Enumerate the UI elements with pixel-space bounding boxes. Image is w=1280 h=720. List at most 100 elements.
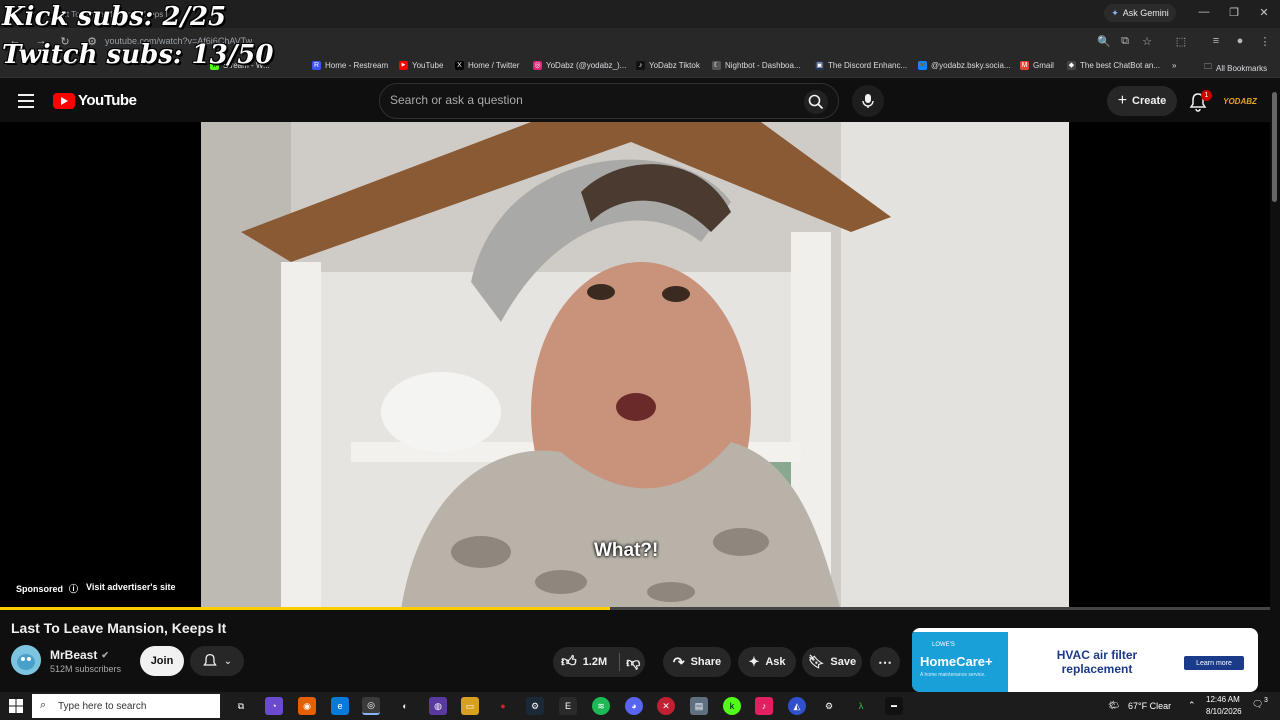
bookmark-item[interactable]: ☾ Nightbot - Dashboa... — [712, 61, 801, 70]
discord-icon: ▣ — [815, 61, 824, 70]
bookmark-item[interactable]: ◎ YoDabz (@yodabz_)... — [533, 61, 626, 70]
bookmark-label: The best ChatBot an... — [1080, 61, 1161, 70]
bookmark-label: The Discord Enhanc... — [828, 61, 908, 70]
bookmark-item[interactable]: ◆ The best ChatBot an... — [1067, 61, 1160, 70]
taskbar-search-box[interactable]: ⌕ Type here to search — [32, 694, 220, 718]
clock-date[interactable]: 8/10/2026 — [1206, 707, 1242, 716]
task-view-icon[interactable]: ⧉ — [232, 697, 250, 715]
zoom-icon[interactable]: 🔍 — [1097, 35, 1111, 48]
app-circle-icon[interactable]: ✕ — [657, 697, 675, 715]
extensions-icon[interactable]: ⬚ — [1174, 35, 1188, 48]
tray-chevron-up-icon[interactable]: ⌃ — [1188, 700, 1196, 711]
bookmark-label: Home - Restream — [325, 61, 389, 70]
firefox-icon[interactable]: ◉ — [298, 697, 316, 715]
all-bookmarks[interactable]: 🗀 All Bookmarks — [1204, 61, 1267, 75]
tray-notification-count: 3 — [1264, 697, 1268, 704]
steam-icon[interactable]: ⚙ — [526, 697, 544, 715]
ask-button[interactable]: ✦ Ask — [738, 647, 796, 677]
hamburger-menu-icon[interactable] — [18, 94, 34, 108]
bookmark-item[interactable]: R Home - Restream — [312, 61, 388, 70]
app-lambda-icon[interactable]: λ — [852, 697, 870, 715]
video-progress-bar[interactable] — [0, 607, 1270, 610]
bookmarks-overflow-icon[interactable]: » — [1172, 61, 1176, 70]
app-red-icon[interactable]: ● — [494, 697, 512, 715]
like-button[interactable]: 👍︎ 1.2M — [561, 653, 607, 671]
menu-dots-icon[interactable]: ⋮ — [1258, 35, 1272, 48]
close-icon[interactable]: ✕ — [1256, 6, 1272, 19]
bookmark-item[interactable]: ♪ YoDabz Tiktok — [636, 61, 700, 70]
lowes-logo: LOWE'S — [932, 642, 955, 648]
bookmark-item[interactable]: ▣ The Discord Enhanc... — [815, 61, 907, 70]
share-button[interactable]: ↷ Share — [663, 647, 731, 677]
bookmark-item[interactable]: ▶ YouTube — [399, 61, 443, 70]
streaming-app-icon[interactable]: ◍ — [429, 697, 447, 715]
bookmark-label: YouTube — [412, 61, 444, 70]
cast-icon[interactable]: ⧉ — [1118, 35, 1132, 48]
bookmark-item[interactable]: M Gmail — [1020, 61, 1054, 70]
search-input[interactable] — [390, 93, 790, 107]
ask-label: Ask — [765, 656, 786, 668]
channel-name[interactable]: MrBeast ✔ — [50, 648, 109, 662]
like-count: 1.2M — [582, 656, 608, 668]
copilot-icon[interactable]: ◔ — [265, 697, 283, 715]
app-blue-icon[interactable]: ◭ — [788, 697, 806, 715]
bluesky-icon: 🦋 — [918, 61, 927, 70]
more-actions-button[interactable]: ⋯ — [870, 647, 900, 677]
create-button[interactable]: + Create — [1107, 86, 1177, 116]
epic-games-icon[interactable]: E — [559, 697, 577, 715]
subscriber-count: 512M subscribers — [50, 664, 122, 674]
voice-search-button[interactable] — [852, 85, 884, 117]
ad-learn-more-button[interactable]: Learn more — [1184, 656, 1244, 670]
star-icon[interactable]: ☆ — [1140, 35, 1154, 48]
chrome-icon[interactable]: ◎ — [362, 697, 380, 715]
notification-count-badge: 1 — [1201, 90, 1212, 101]
companion-ad[interactable]: LOWE'S HomeCare+ A home maintenance serv… — [912, 628, 1258, 692]
channel-avatar[interactable] — [11, 645, 41, 675]
file-explorer-icon[interactable]: ▭ — [461, 697, 479, 715]
obs-icon[interactable]: ◐ — [396, 697, 414, 715]
edge-icon[interactable]: e — [331, 697, 349, 715]
visit-advertiser-link[interactable]: Visit advertiser's site — [86, 582, 176, 592]
tiktok-live-icon[interactable]: ♪ — [755, 697, 773, 715]
instagram-icon: ◎ — [533, 61, 542, 70]
join-button[interactable]: Join — [140, 646, 184, 676]
kick-taskbar-icon[interactable]: k — [723, 697, 741, 715]
account-avatar[interactable]: YODABZ — [1223, 90, 1257, 112]
app-window-icon[interactable]: ▤ — [690, 697, 708, 715]
app-dark-icon[interactable]: ▬ — [885, 697, 903, 715]
info-icon[interactable]: ⓘ — [69, 582, 78, 595]
scrollbar-thumb[interactable] — [1272, 92, 1277, 202]
thumbs-up-icon: 👍︎ — [561, 653, 577, 670]
minimize-icon[interactable]: — — [1196, 6, 1212, 18]
video-frame[interactable] — [201, 122, 1069, 610]
discord-icon[interactable]: ◕ — [625, 697, 643, 715]
folder-icon: 🗀 — [1204, 62, 1212, 71]
ad-brand-name: HomeCare+ — [920, 654, 993, 669]
youtube-logo[interactable]: YouTube — [53, 92, 137, 109]
clock-time[interactable]: 12:46 AM — [1206, 695, 1240, 704]
profile-icon[interactable]: ● — [1233, 35, 1247, 47]
windows-start-icon[interactable] — [9, 699, 23, 713]
bookmark-label: YoDabz (@yodabz_)... — [546, 61, 627, 70]
settings-gear-icon[interactable]: ⚙ — [820, 697, 838, 715]
notification-center-icon[interactable]: 🗨︎ — [1252, 699, 1263, 710]
search-button[interactable] — [804, 90, 828, 114]
save-button[interactable]: 🔖︎ Save — [802, 647, 862, 677]
video-player[interactable]: What?! Sponsored ⓘ Visit advertiser's si… — [0, 122, 1270, 610]
thumbs-down-icon[interactable]: 👎︎ — [626, 654, 640, 671]
ask-gemini-button[interactable]: ✦ Ask Gemini — [1104, 4, 1176, 22]
weather-text[interactable]: 67°F Clear — [1128, 701, 1171, 711]
weather-icon[interactable]: 🌤︎ — [1108, 700, 1119, 711]
gemini-icon: ✦ — [1111, 7, 1119, 18]
tiktok-icon: ♪ — [636, 61, 645, 70]
restore-icon[interactable]: ❐ — [1226, 6, 1242, 19]
spotify-icon[interactable]: ≋ — [592, 697, 610, 715]
bookmark-item[interactable]: X Home / Twitter — [455, 61, 519, 70]
media-icon[interactable]: ≡ — [1209, 35, 1223, 47]
plus-icon: + — [1117, 92, 1128, 109]
divider — [619, 653, 621, 671]
bookmark-item[interactable]: 🦋 @yodabz.bsky.socia... — [918, 61, 1011, 70]
taskbar-search-icon: ⌕ — [40, 699, 47, 711]
page-scrollbar[interactable] — [1270, 80, 1280, 692]
subscription-bell-button[interactable]: ⌄ — [190, 646, 244, 676]
